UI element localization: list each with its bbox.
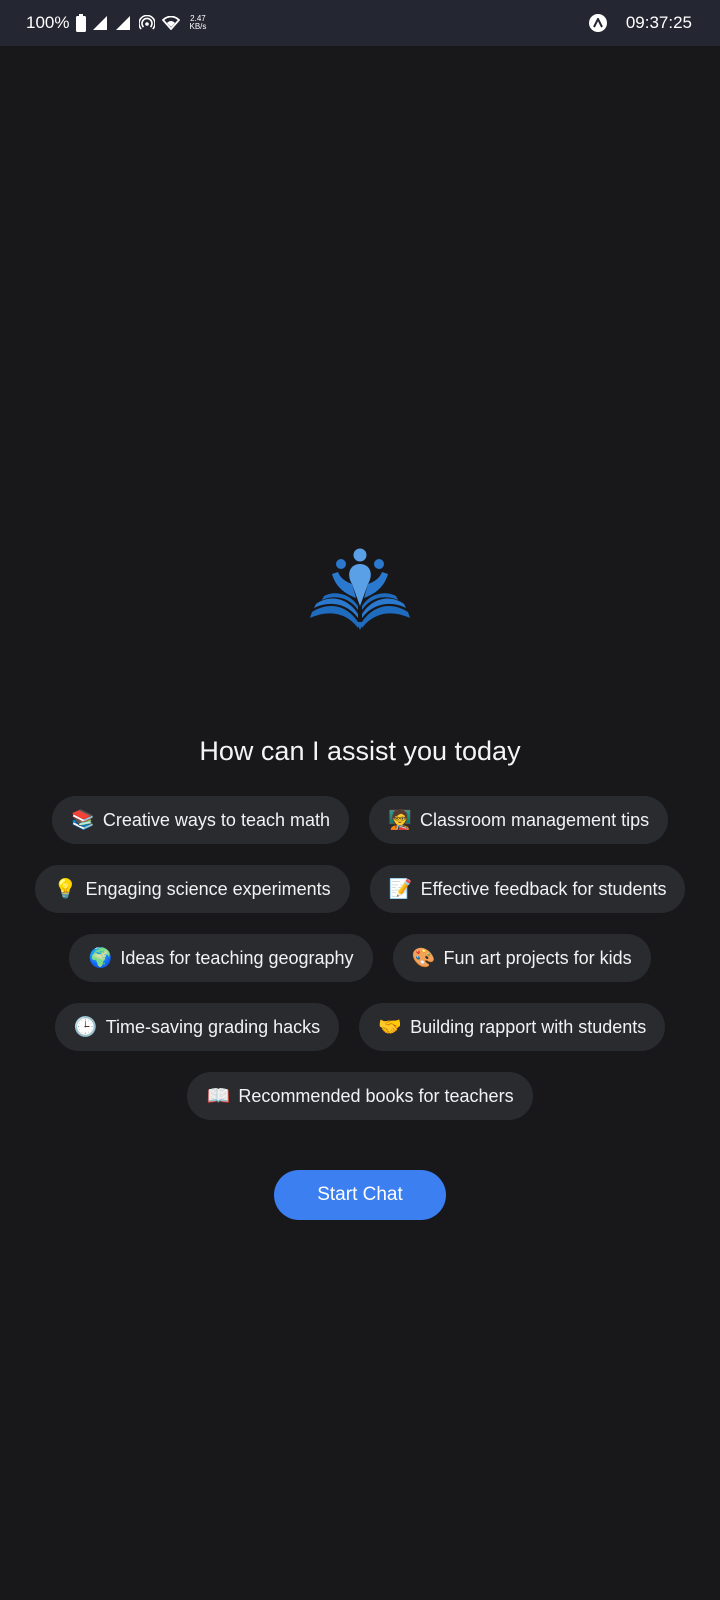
chip-row: 🕒 Time-saving grading hacks 🤝 Building rapp… (20, 1003, 700, 1051)
clock: 09:37:25 (625, 13, 692, 32)
chip-emoji-icon: 🧑‍🏫 (388, 810, 412, 831)
chip-row: 🌍 Ideas for teaching geography 🎨 Fun art pr… (20, 934, 700, 982)
suggestion-chip[interactable]: 🎨 Fun art projects for kids (392, 934, 651, 982)
chip-label: Fun art projects for kids (443, 947, 632, 968)
chip-row: 💡 Engaging science experiments 📝 Effective … (20, 865, 700, 913)
suggestion-chip[interactable]: 📚 Creative ways to teach math (51, 796, 349, 844)
chip-label: Effective feedback for students (420, 878, 667, 899)
chip-emoji-icon: 📖 (206, 1086, 231, 1107)
chip-label: Ideas for teaching geography (120, 947, 354, 968)
battery-percent: 100% (26, 13, 70, 32)
chip-emoji-icon: 🎨 (411, 948, 436, 969)
chip-row: 📚 Creative ways to teach math 🧑‍🏫 Classroom… (20, 796, 700, 844)
chip-emoji-icon: 💡 (53, 879, 78, 900)
wifi-icon (162, 16, 181, 30)
chip-emoji-icon: 🌍 (88, 948, 113, 969)
chip-label: Time-saving grading hacks (105, 1016, 321, 1037)
suggestion-chip[interactable]: 📖 Recommended books for teachers (187, 1072, 533, 1120)
main-content: How can I assist you today 📚 Creative way… (0, 46, 720, 1600)
chip-label: Building rapport with students (410, 1016, 647, 1037)
signal-icon (93, 16, 109, 30)
chip-label: Creative ways to teach math (102, 809, 330, 830)
status-bar-right: 09:37:25 (588, 13, 692, 33)
suggestion-chip[interactable]: 🧑‍🏫 Classroom management tips (369, 796, 669, 844)
start-chat-button[interactable]: Start Chat (274, 1170, 446, 1220)
chip-label: Classroom management tips (420, 809, 650, 830)
logo-icon (310, 548, 410, 630)
suggestion-chips: 📚 Creative ways to teach math 🧑‍🏫 Classroom… (20, 796, 700, 1141)
hotspot-icon (139, 15, 156, 31)
page-title: How can I assist you today (199, 736, 521, 766)
network-speed-unit: KB/s (189, 22, 207, 31)
chip-label: Recommended books for teachers (238, 1085, 514, 1106)
chip-emoji-icon: 🤝 (378, 1017, 402, 1038)
chip-label: Engaging science experiments (85, 878, 331, 899)
chip-row: 📖 Recommended books for teachers (20, 1072, 700, 1120)
chip-emoji-icon: 🕒 (73, 1017, 98, 1038)
status-bar-left: 100% 2.47 KB/s (26, 13, 206, 33)
network-speed: 2.47 KB/s (189, 15, 206, 31)
suggestion-chip[interactable]: 📝 Effective feedback for students (369, 865, 686, 913)
chip-emoji-icon: 📚 (71, 810, 95, 831)
brand-icon (588, 14, 607, 32)
signal-icon (116, 16, 132, 30)
suggestion-chip[interactable]: 🌍 Ideas for teaching geography (69, 934, 373, 982)
chip-emoji-icon: 📝 (388, 879, 413, 900)
status-bar: 100% 2.47 KB/s 09:37:25 (0, 0, 720, 46)
suggestion-chip[interactable]: 🤝 Building rapport with students (359, 1003, 666, 1051)
suggestion-chip[interactable]: 🕒 Time-saving grading hacks (54, 1003, 340, 1051)
battery-icon (76, 14, 87, 32)
suggestion-chip[interactable]: 💡 Engaging science experiments (34, 865, 350, 913)
